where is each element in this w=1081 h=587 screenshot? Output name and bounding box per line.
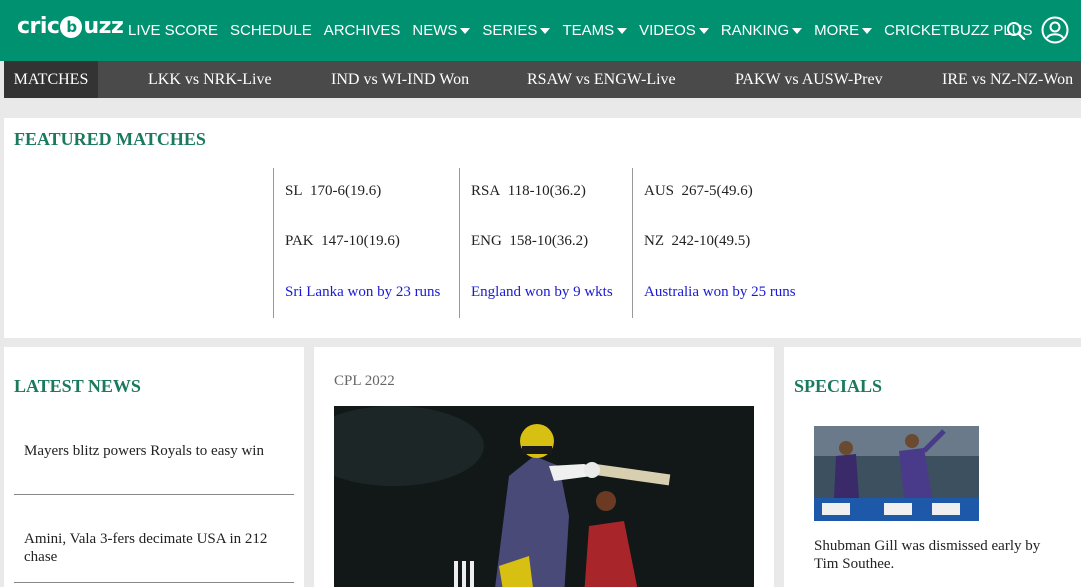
latest-news-title: LATEST NEWS: [14, 376, 141, 396]
featured-matches-section: FEATURED MATCHES SL 170-6(19.6) PAK 147-…: [4, 118, 1081, 338]
nav-live-score[interactable]: LIVE SCORE: [128, 22, 218, 39]
latest-news-panel: LATEST NEWS Mayers blitz powers Royals t…: [4, 347, 304, 587]
divider: [14, 582, 294, 583]
logo-text-right: uzz: [83, 14, 124, 39]
news-item[interactable]: Mayers blitz powers Royals to easy win: [24, 442, 274, 460]
featured-match-card[interactable]: RSA 118-10(36.2) ENG 158-10(36.2) Englan…: [459, 168, 632, 318]
specials-caption[interactable]: Shubman Gill was dismissed early by Tim …: [814, 537, 1054, 573]
match-link[interactable]: IRE vs NZ-NZ-Won: [942, 61, 1073, 98]
team2-score: NZ 242-10(49.5): [644, 233, 751, 249]
match-result-link[interactable]: Sri Lanka won by 23 runs: [285, 284, 440, 301]
cricket-batsman-photo[interactable]: [334, 406, 754, 587]
team2-score: ENG 158-10(36.2): [471, 233, 589, 249]
top-navbar: cric b uzz LIVE SCORE SCHEDULE ARCHIVES NEW…: [0, 0, 1081, 61]
nav-schedule[interactable]: SCHEDULE: [230, 22, 312, 39]
featured-matches-title: FEATURED MATCHES: [14, 129, 206, 149]
logo-ball: b: [60, 15, 83, 38]
nav-more[interactable]: MORE: [814, 22, 873, 39]
user-icon[interactable]: [1041, 16, 1069, 44]
caret-down-icon: [698, 27, 709, 34]
team1-score: AUS 267-5(49.6): [644, 183, 753, 199]
match-link[interactable]: RSAW vs ENGW-Live: [527, 61, 676, 98]
nav-ranking[interactable]: RANKING: [721, 22, 803, 39]
match-result-link[interactable]: Australia won by 25 runs: [644, 284, 796, 301]
matches-bar: MATCHES LKK vs NRK-Live IND vs WI-IND Wo…: [4, 61, 1081, 98]
nav-archives[interactable]: ARCHIVES: [324, 22, 401, 39]
match-result-link[interactable]: England won by 9 wkts: [471, 284, 613, 301]
caret-down-icon: [540, 27, 551, 34]
featured-match-card[interactable]: AUS 267-5(49.6) NZ 242-10(49.5) Australi…: [632, 168, 832, 318]
main-nav-links: LIVE SCORE SCHEDULE ARCHIVES NEWS SERIES TEAM…: [128, 0, 1045, 61]
nav-series[interactable]: SERIES: [482, 22, 551, 39]
team1-score: RSA 118-10(36.2): [471, 183, 586, 199]
logo-text-left: cric: [17, 14, 60, 39]
nav-news[interactable]: NEWS: [412, 22, 471, 39]
nav-videos[interactable]: VIDEOS: [639, 22, 709, 39]
featured-match-card[interactable]: SL 170-6(19.6) PAK 147-10(19.6) Sri Lank…: [273, 168, 459, 318]
specials-title: SPECIALS: [794, 376, 883, 396]
match-link[interactable]: PAKW vs AUSW-Prev: [735, 61, 883, 98]
main-story-panel: CPL 2022: [314, 347, 774, 587]
caret-down-icon: [460, 27, 471, 34]
story-category-label[interactable]: CPL 2022: [334, 373, 395, 390]
matches-tab[interactable]: MATCHES: [4, 61, 98, 98]
divider: [14, 494, 294, 495]
team1-score: SL 170-6(19.6): [285, 183, 382, 199]
match-link[interactable]: IND vs WI-IND Won: [331, 61, 469, 98]
team2-score: PAK 147-10(19.6): [285, 233, 400, 249]
caret-down-icon: [862, 27, 873, 34]
specials-photo[interactable]: [814, 426, 979, 521]
caret-down-icon: [792, 27, 803, 34]
cricbuzz-logo[interactable]: cric b uzz: [17, 14, 124, 39]
match-link[interactable]: LKK vs NRK-Live: [148, 61, 272, 98]
nav-teams[interactable]: TEAMS: [562, 22, 628, 39]
search-icon[interactable]: [1006, 21, 1026, 41]
caret-down-icon: [617, 27, 628, 34]
specials-panel: SPECIALS Shubman Gill was dismissed earl…: [784, 347, 1081, 587]
news-item[interactable]: Amini, Vala 3-fers decimate USA in 212 c…: [24, 530, 274, 566]
